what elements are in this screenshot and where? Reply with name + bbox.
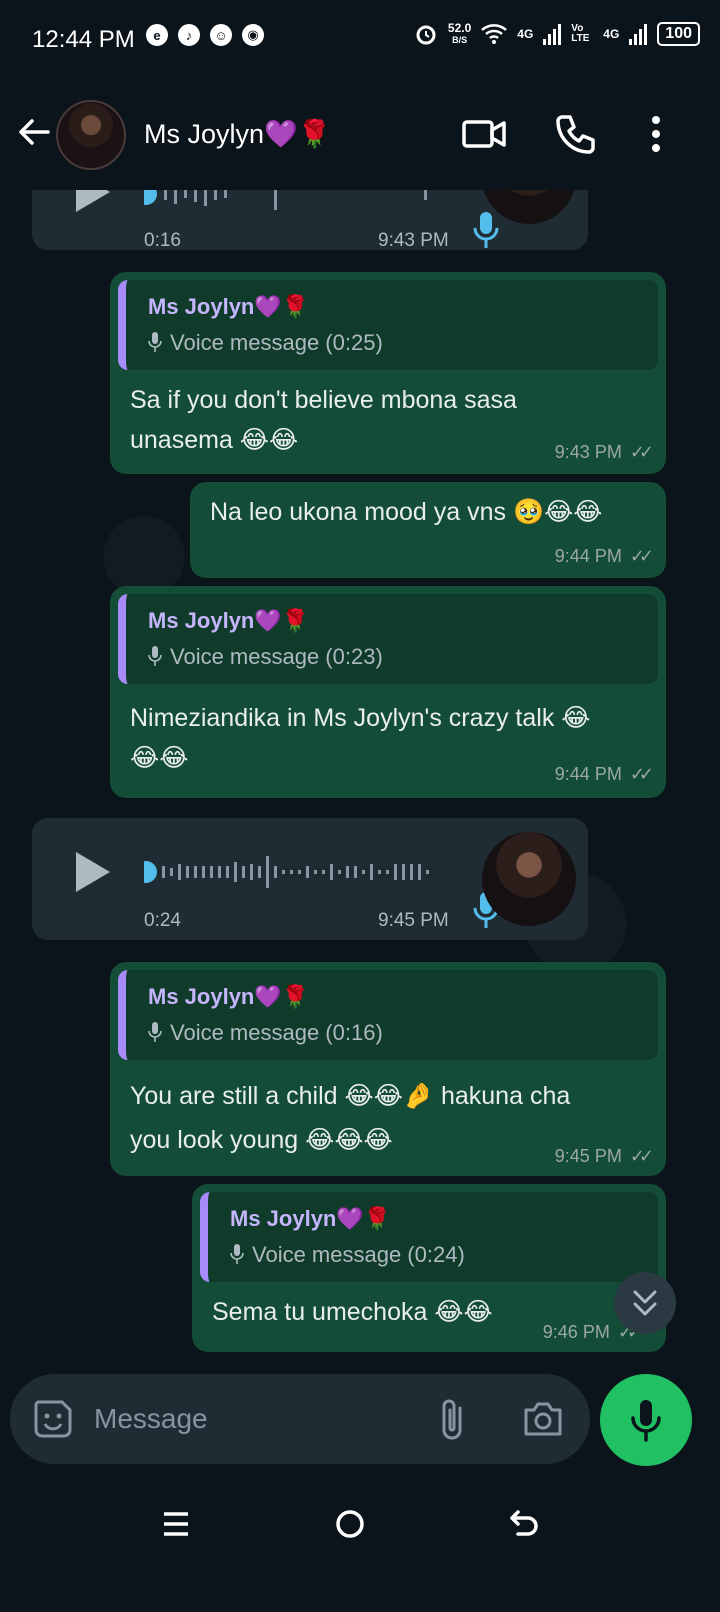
composer-bar [10,1374,590,1464]
message-time: 9:43 PM [378,230,449,251]
quoted-message[interactable]: Ms Joylyn💜🌹 Voice message (0:25) [118,280,658,370]
message-time: 9:43 PM [554,442,622,462]
tiktok-icon: ♪ [178,24,200,46]
mic-icon [230,1244,244,1264]
double-check-icon: ✓✓ [629,442,654,462]
scroll-to-bottom-button[interactable] [614,1272,676,1334]
back-icon[interactable] [504,1504,544,1544]
message-bubble[interactable]: Na leo ukona mood ya vns 🥹😂😂 9:44 PM ✓✓ [190,482,666,578]
message-meta: 9:44 PM ✓✓ [554,764,654,785]
status-right: 52.0 B/S 4G Vo LTE 4G 100 [414,22,700,46]
attachment-icon[interactable] [436,1398,472,1442]
sticker-icon[interactable] [32,1398,74,1440]
quoted-sender: Ms Joylyn💜🌹 [148,984,310,1009]
mic-icon [148,332,162,352]
quoted-sender: Ms Joylyn💜🌹 [148,294,310,319]
voice-message-bubble[interactable]: 0:16 9:43 PM [32,190,588,251]
contact-avatar[interactable] [56,100,126,170]
quoted-voice-label: Voice message (0:16) [148,1020,383,1046]
double-chevron-down-icon [633,1290,657,1316]
message-meta: 9:45 PM ✓✓ [554,1146,654,1167]
quoted-message[interactable]: Ms Joylyn💜🌹 Voice message (0:23) [118,594,658,684]
network-speed: 52.0 B/S [447,21,472,45]
quoted-message[interactable]: Ms Joylyn💜🌹 Voice message (0:24) [200,1192,658,1282]
message-text: Nimeziandika in Ms Joylyn's crazy talk 😂… [130,704,591,772]
network-type-2: 4G [603,27,620,41]
message-text: Na leo ukona mood ya vns 🥹😂😂 [210,498,603,526]
video-call-icon[interactable] [462,112,506,156]
network-type-1: 4G [517,27,534,41]
message-time: 9:44 PM [554,546,622,566]
mic-icon [148,646,162,666]
message-text: Sa if you don't believe mbona sasa unase… [130,386,517,454]
battery-indicator: 100 [657,22,700,46]
play-icon[interactable] [72,850,112,894]
play-icon[interactable] [72,190,112,214]
quoted-sender: Ms Joylyn💜🌹 [230,1206,392,1231]
message-meta: 9:43 PM ✓✓ [554,442,654,463]
waveform[interactable] [144,190,444,214]
home-icon[interactable] [330,1504,370,1544]
chat-area[interactable]: 0:16 9:43 PM Ms Joylyn💜🌹 Voice message (… [0,190,720,1412]
double-check-icon: ✓✓ [629,1146,654,1166]
microphone-icon [631,1400,661,1442]
message-bubble[interactable]: Ms Joylyn💜🌹 Voice message (0:25) Sa if y… [110,272,666,474]
message-input[interactable] [94,1396,414,1442]
voice-duration: 0:16 [144,230,181,251]
quoted-voice-label: Voice message (0:23) [148,644,383,670]
signal-icon-2 [629,24,648,45]
voice-duration: 0:24 [144,910,181,931]
quoted-voice-label: Voice message (0:24) [230,1242,465,1268]
quoted-voice-label: Voice message (0:25) [148,330,383,356]
snapchat-icon: ☺ [210,24,232,46]
double-check-icon: ✓✓ [629,546,654,566]
double-check-icon: ✓✓ [629,764,654,784]
contact-name[interactable]: Ms Joylyn💜🌹 [144,118,331,150]
volte-label: Vo LTE [571,23,590,44]
chrome-icon: ◉ [242,24,264,46]
voice-call-icon[interactable] [554,112,598,156]
message-meta: 9:44 PM ✓✓ [554,546,654,567]
sender-avatar [482,832,576,926]
message-bubble[interactable]: Ms Joylyn💜🌹 Voice message (0:16) You are… [110,962,666,1176]
signal-icon-1 [543,24,562,45]
message-bubble[interactable]: Ms Joylyn💜🌹 Voice message (0:23) Nimezia… [110,586,666,798]
quoted-message[interactable]: Ms Joylyn💜🌹 Voice message (0:16) [118,970,658,1060]
notification-icons: e ♪ ☺ ◉ [146,24,264,46]
more-options-icon[interactable] [634,112,678,156]
mic-icon [473,212,499,248]
camera-icon[interactable] [522,1400,564,1438]
message-time: 9:44 PM [554,764,622,784]
message-time: 9:45 PM [378,910,449,931]
waveform[interactable] [144,852,444,892]
browser-notification-icon: e [146,24,168,46]
quoted-sender: Ms Joylyn💜🌹 [148,608,310,633]
message-text: Sema tu umechoka 😂😂 [212,1298,493,1326]
wifi-icon [481,24,508,44]
alarm-icon [416,25,436,45]
status-time: 12:44 PM [32,26,135,53]
recent-apps-icon[interactable] [156,1504,196,1544]
system-nav-bar [0,1470,720,1612]
status-bar: 12:44 PM e ♪ ☺ ◉ 52.0 B/S 4G Vo LTE 4G 1… [0,0,720,80]
message-time: 9:46 PM [542,1322,610,1342]
message-bubble[interactable]: Ms Joylyn💜🌹 Voice message (0:24) Sema tu… [192,1184,666,1352]
back-arrow-icon[interactable] [14,112,54,152]
mic-icon [148,1022,162,1042]
message-text: You are still a child 😂😂🤌 hakuna cha you… [130,1082,571,1154]
message-time: 9:45 PM [554,1146,622,1166]
voice-record-button[interactable] [600,1374,692,1466]
voice-message-bubble[interactable]: 0:24 9:45 PM [32,818,588,940]
